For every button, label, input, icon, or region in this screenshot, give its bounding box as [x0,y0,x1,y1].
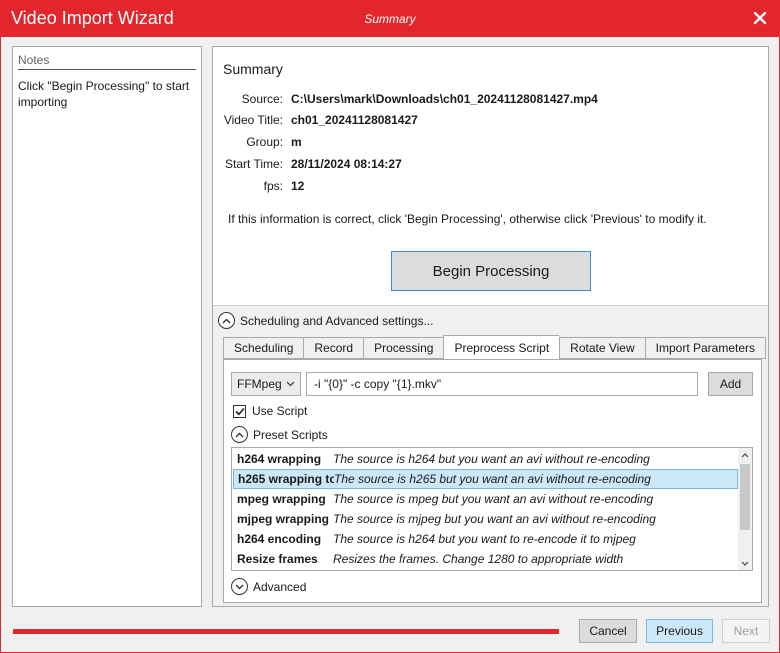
preset-item[interactable]: Resize frames Resizes the frames. Change… [233,549,738,569]
confirmation-text: If this information is correct, click 'B… [228,212,707,226]
advanced-label: Advanced [253,579,307,594]
wizard-window: Video Import Wizard Summary Notes Click … [0,0,780,653]
tab-import-parameters[interactable]: Import Parameters [644,337,767,359]
preset-name: h264 wrapping [237,452,322,466]
scheduling-advanced-label: Scheduling and Advanced settings... [240,313,434,328]
title-bar: Video Import Wizard Summary [1,1,779,37]
preset-name: mjpeg wrapping [237,512,330,526]
group-row: Group: m [213,135,763,155]
advanced-settings-section: Scheduling and Advanced settings... Sche… [213,305,768,606]
chevron-down-icon [231,578,248,595]
summary-panel: Summary Source: C:\Users\mark\Downloads\… [212,46,769,607]
check-icon [234,407,245,415]
settings-tabs: Scheduling Record Processing Preprocess … [223,335,767,359]
scroll-thumb[interactable] [740,464,750,530]
video-title-value: ch01_20241128081427 [291,113,418,127]
scheduling-advanced-expander[interactable]: Scheduling and Advanced settings... [218,312,433,329]
fps-row: fps: 12 [213,179,763,199]
preset-scripts-list: h264 wrapping The source is h264 but you… [231,447,753,571]
video-title-label: Video Title: [223,113,283,127]
advanced-expander[interactable]: Advanced [231,578,306,595]
scroll-down-arrow-icon[interactable] [738,556,752,570]
engine-select[interactable]: FFMpeg [231,372,301,396]
chevron-down-icon [286,381,295,387]
tab-rotate-view[interactable]: Rotate View [559,337,645,359]
notes-title: Notes [18,53,196,70]
preset-list-scrollbar[interactable] [738,448,752,570]
summary-heading: Summary [223,61,283,77]
preset-item-selected[interactable]: h265 wrapping to The source is h265 but … [233,469,738,489]
tab-scheduling[interactable]: Scheduling [223,337,304,359]
preset-description: The source is h265 but you want an avi w… [334,472,651,486]
preprocess-script-tab-panel: FFMpeg Add Use Script Preset Scripts [223,359,762,603]
preset-description: The source is mjpeg but you want an avi … [333,512,656,526]
notes-panel: Notes Click "Begin Processing" to start … [12,46,202,607]
close-icon [753,11,767,25]
next-button[interactable]: Next [722,619,770,643]
start-time-label: Start Time: [224,157,283,171]
preset-name: h264 encoding [237,532,322,546]
tab-record[interactable]: Record [303,337,364,359]
scroll-up-arrow-icon[interactable] [738,448,752,462]
notes-text: Click "Begin Processing" to start import… [18,79,190,109]
use-script-label: Use Script [252,404,308,418]
group-label: Group: [246,135,283,149]
tab-processing[interactable]: Processing [363,337,444,359]
preset-item[interactable]: mpeg wrapping The source is mpeg but you… [233,489,738,509]
preset-scripts-label: Preset Scripts [253,427,328,442]
wizard-progress-fill [13,629,559,634]
video-title-row: Video Title: ch01_20241128081427 [213,113,763,133]
preset-name: mpeg wrapping [237,492,326,506]
source-row: Source: C:\Users\mark\Downloads\ch01_202… [213,92,763,112]
start-time-value: 28/11/2024 08:14:27 [291,157,402,171]
preset-item[interactable]: h264 encoding The source is h264 but you… [233,529,738,549]
start-time-row: Start Time: 28/11/2024 08:14:27 [213,157,763,177]
preset-name: Resize frames [237,552,318,566]
tab-preprocess-script[interactable]: Preprocess Script [443,335,560,359]
close-button[interactable] [749,7,771,29]
add-button[interactable]: Add [708,372,753,396]
cancel-button[interactable]: Cancel [579,619,637,643]
engine-select-value: FFMpeg [237,377,282,391]
source-value: C:\Users\mark\Downloads\ch01_20241128081… [291,92,598,106]
script-input[interactable] [306,372,698,396]
page-subtitle: Summary [364,12,416,26]
preset-item[interactable]: h264 wrapping The source is h264 but you… [233,449,738,469]
fps-label: fps: [263,179,283,193]
preset-description: Resizes the frames. Change 1280 to appro… [333,552,624,566]
chevron-up-icon [218,312,235,329]
begin-processing-button[interactable]: Begin Processing [391,251,591,291]
preset-scripts-expander[interactable]: Preset Scripts [231,426,328,443]
checkbox-box [233,404,246,418]
chevron-up-icon [231,426,248,443]
preset-name: h265 wrapping to [238,472,334,486]
preset-description: The source is mpeg but you want an avi w… [333,492,654,506]
wizard-progress-bar [13,629,559,634]
preset-item[interactable]: mjpeg wrapping The source is mjpeg but y… [233,509,738,529]
previous-button[interactable]: Previous [646,619,713,643]
use-script-checkbox[interactable]: Use Script [233,404,307,418]
fps-value: 12 [291,179,305,193]
group-value: m [291,135,302,149]
preset-description: The source is h264 but you want an avi w… [333,452,650,466]
preset-description: The source is h264 but you want to re-en… [333,532,636,546]
source-label: Source: [241,92,283,106]
